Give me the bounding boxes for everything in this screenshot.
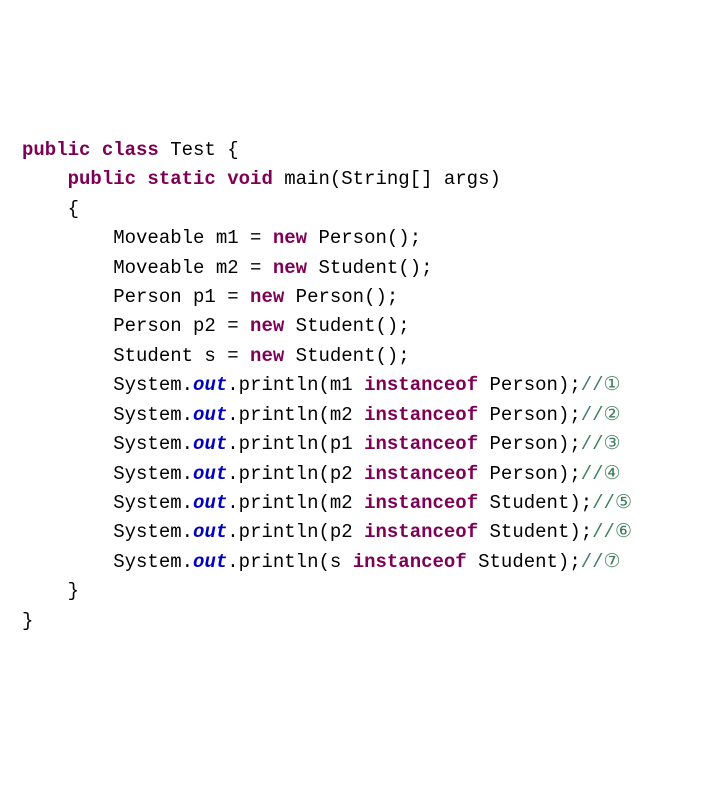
keyword: new [250,286,284,308]
code-line-13: System.out.println(m2 instanceof Student… [22,489,680,518]
code-line-6: Person p1 = new Person(); [22,283,680,312]
indent [22,492,113,514]
code-line-14: System.out.println(p2 instanceof Student… [22,518,680,547]
keyword: new [273,227,307,249]
code-text: Person); [478,404,581,426]
indent [22,198,68,220]
code-line-12: System.out.println(p2 instanceof Person)… [22,460,680,489]
code-text: Person p2 = [113,315,250,337]
code-text: .println(p1 [227,433,364,455]
code-line-4: Moveable m1 = new Person(); [22,224,680,253]
code-text: .println(p2 [227,521,364,543]
static-field: out [193,463,227,485]
keyword: new [250,345,284,367]
keyword: instanceof [364,463,478,485]
code-line-2: public static void main(String[] args) [22,165,680,194]
comment: //① [581,374,621,396]
code-text: Person(); [307,227,421,249]
code-text: .println(p2 [227,463,364,485]
code-text: System. [113,521,193,543]
code-text: Test { [159,139,239,161]
code-text: } [68,580,79,602]
code-text: System. [113,463,193,485]
code-text: Person p1 = [113,286,250,308]
indent [22,315,113,337]
indent [22,345,113,367]
code-text: Person); [478,463,581,485]
keyword: public class [22,139,159,161]
code-text: .println(m2 [227,492,364,514]
code-text: Person); [478,374,581,396]
code-line-17: } [22,607,680,636]
static-field: out [193,521,227,543]
keyword: instanceof [364,374,478,396]
indent [22,433,113,455]
code-line-9: System.out.println(m1 instanceof Person)… [22,371,680,400]
code-text: main(String[] args) [273,168,501,190]
code-text: System. [113,404,193,426]
keyword: instanceof [364,521,478,543]
code-text: System. [113,433,193,455]
code-text: System. [113,492,193,514]
indent [22,521,113,543]
code-text: .println(s [227,551,352,573]
keyword: new [273,257,307,279]
code-text: .println(m1 [227,374,364,396]
code-text: } [22,610,33,632]
code-line-11: System.out.println(p1 instanceof Person)… [22,430,680,459]
code-block: public class Test { public static void m… [22,136,680,636]
indent [22,551,113,573]
comment: //④ [581,463,621,485]
indent [22,580,68,602]
comment: //⑤ [592,492,632,514]
indent [22,286,113,308]
code-text: Student); [478,492,592,514]
code-text: System. [113,374,193,396]
indent [22,463,113,485]
code-text: Person); [478,433,581,455]
keyword: new [250,315,284,337]
code-text: Person(); [284,286,398,308]
indent [22,374,113,396]
keyword: instanceof [364,433,478,455]
indent [22,168,68,190]
static-field: out [193,492,227,514]
keyword: instanceof [364,492,478,514]
code-line-15: System.out.println(s instanceof Student)… [22,548,680,577]
code-line-16: } [22,577,680,606]
code-text: Student(); [284,315,409,337]
code-line-8: Student s = new Student(); [22,342,680,371]
code-line-1: public class Test { [22,136,680,165]
code-line-10: System.out.println(m2 instanceof Person)… [22,401,680,430]
comment: //③ [581,433,621,455]
code-text: Student(); [307,257,432,279]
indent [22,227,113,249]
code-text: Student s = [113,345,250,367]
code-text: Moveable m2 = [113,257,273,279]
code-line-3: { [22,195,680,224]
indent [22,404,113,426]
code-text: Student); [478,521,592,543]
static-field: out [193,433,227,455]
keyword: public static void [68,168,273,190]
comment: //⑦ [581,551,621,573]
comment: //⑥ [592,521,632,543]
keyword: instanceof [364,404,478,426]
keyword: instanceof [353,551,467,573]
code-line-7: Person p2 = new Student(); [22,312,680,341]
static-field: out [193,551,227,573]
comment: //② [581,404,621,426]
code-line-5: Moveable m2 = new Student(); [22,254,680,283]
code-text: Student(); [284,345,409,367]
code-text: Student); [467,551,581,573]
static-field: out [193,404,227,426]
code-text: System. [113,551,193,573]
code-text: .println(m2 [227,404,364,426]
code-text: { [68,198,79,220]
static-field: out [193,374,227,396]
indent [22,257,113,279]
code-text: Moveable m1 = [113,227,273,249]
